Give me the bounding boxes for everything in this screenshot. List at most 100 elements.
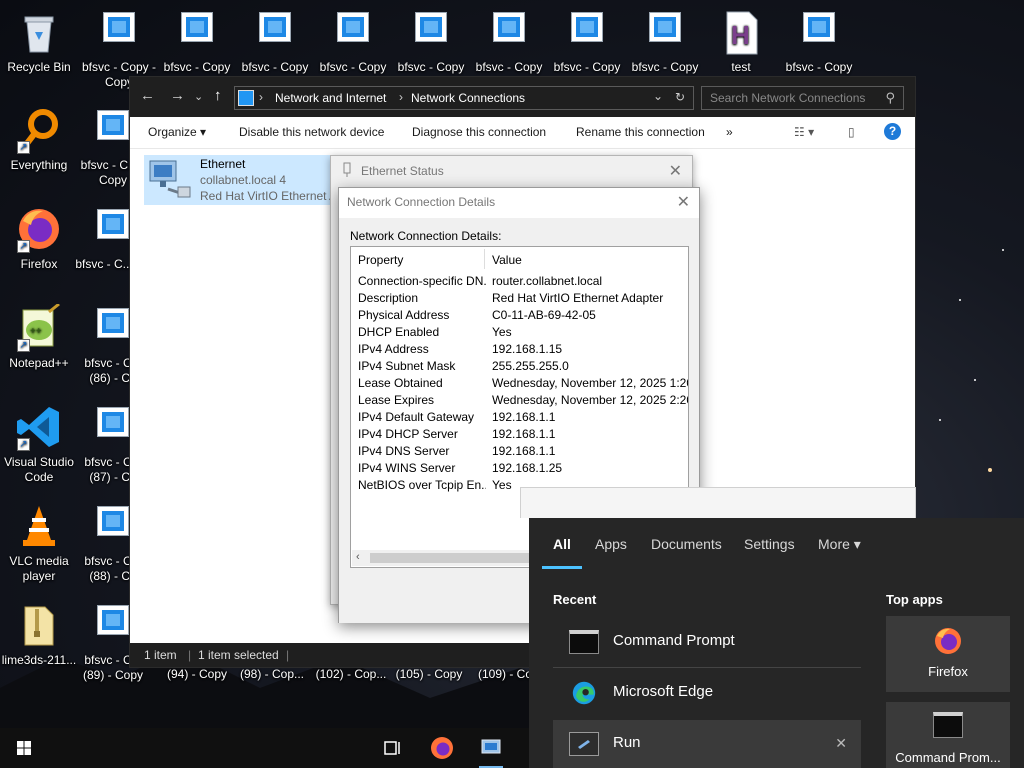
- column-header-value[interactable]: Value: [492, 253, 522, 267]
- recycle-bin-icon: [15, 8, 63, 56]
- property-cell: NetBIOS over Tcpip En...: [358, 478, 486, 492]
- value-cell: Yes: [492, 325, 512, 339]
- table-row[interactable]: IPv4 Subnet Mask 255.255.255.0: [351, 359, 688, 376]
- firefox-icon: [935, 628, 961, 654]
- back-arrow-icon[interactable]: ←: [140, 87, 155, 104]
- table-row[interactable]: IPv4 Default Gateway 192.168.1.1: [351, 410, 688, 427]
- table-row[interactable]: Lease Obtained Wednesday, November 12, 20…: [351, 376, 688, 393]
- search-placeholder: Search Network Connections: [710, 91, 866, 105]
- breadcrumb-network-connections[interactable]: Network Connections: [411, 91, 525, 105]
- desktop-icon-file[interactable]: bfsvc - Copy: [392, 8, 470, 75]
- desktop-icon-file[interactable]: (102) - Cop...: [312, 667, 390, 682]
- ethernet-connection-item[interactable]: Ethernet collabnet.local 4 Red Hat VirtI…: [144, 155, 340, 205]
- rename-button[interactable]: Rename this connection: [576, 125, 705, 139]
- table-row[interactable]: Physical Address C0-11-AB-69-42-05: [351, 308, 688, 325]
- top-app-firefox[interactable]: Firefox: [886, 616, 1010, 692]
- table-row[interactable]: DHCP Enabled Yes: [351, 325, 688, 342]
- recent-item-run[interactable]: Run ✕: [553, 720, 861, 768]
- desktop-icon-zip-folder[interactable]: lime3ds-211...: [0, 601, 78, 668]
- search-icon: ⚲: [885, 90, 895, 105]
- task-view-button[interactable]: [376, 734, 408, 762]
- tab-more[interactable]: More ▾: [818, 536, 861, 553]
- table-row[interactable]: Description Red Hat VirtIO Ethernet Adapt…: [351, 291, 688, 308]
- desktop-icon-file[interactable]: bfsvc - Copy: [548, 8, 626, 75]
- organize-button[interactable]: Organize ▾: [148, 125, 206, 139]
- change-view-icon[interactable]: ☷ ▾: [794, 125, 814, 139]
- top-app-command-prompt[interactable]: Command Prom...: [886, 702, 1010, 768]
- zip-folder-icon: [15, 601, 63, 649]
- desktop-icon-vscode[interactable]: ↗ Visual Studio Code: [0, 403, 78, 485]
- recent-item-label: Run: [613, 734, 641, 751]
- more-commands-button[interactable]: »: [726, 125, 733, 139]
- column-header-property[interactable]: Property: [358, 253, 403, 267]
- recent-item-command-prompt[interactable]: Command Prompt: [553, 618, 861, 666]
- desktop-icon-vlc[interactable]: VLC media player: [0, 502, 78, 584]
- desktop-icon-file[interactable]: bfsvc - Copy: [236, 8, 314, 75]
- tab-apps[interactable]: Apps: [595, 536, 627, 552]
- desktop-icon-file[interactable]: (105) - Copy: [390, 667, 468, 682]
- remove-icon[interactable]: ✕: [835, 735, 847, 752]
- value-cell: Red Hat VirtIO Ethernet Adapter: [492, 291, 664, 305]
- help-icon[interactable]: ?: [884, 123, 901, 140]
- address-dropdown-icon[interactable]: ⌄: [653, 89, 663, 103]
- tab-settings[interactable]: Settings: [744, 536, 795, 552]
- desktop-icon-file[interactable]: (94) - Copy: [158, 667, 236, 682]
- desktop-icon-label: bfsvc - Copy: [785, 60, 853, 74]
- breadcrumb-chevron-icon[interactable]: ›: [259, 90, 263, 104]
- preview-pane-icon[interactable]: ▯: [848, 125, 855, 139]
- column-divider[interactable]: [484, 249, 485, 269]
- value-cell: Wednesday, November 12, 2025 2:20:36: [492, 393, 688, 407]
- desktop-icon-label: bfsvc - Copy: [163, 60, 231, 74]
- vlc-icon: [15, 502, 63, 550]
- taskbar: [0, 728, 529, 768]
- desktop-icon-file[interactable]: bfsvc - Copy: [158, 8, 236, 75]
- details-label: Network Connection Details:: [350, 229, 502, 243]
- recent-locations-chevron-icon[interactable]: ⌄: [194, 90, 203, 103]
- table-row[interactable]: IPv4 DHCP Server 192.168.1.1: [351, 427, 688, 444]
- control-panel-icon: [238, 90, 254, 106]
- address-bar[interactable]: › Network and Internet › Network Connect…: [234, 86, 694, 110]
- tab-documents[interactable]: Documents: [651, 536, 722, 552]
- desktop-icon-test[interactable]: H test: [702, 8, 780, 75]
- taskbar-firefox[interactable]: [426, 734, 458, 762]
- desktop-icon-file[interactable]: bfsvc - Copy: [626, 8, 704, 75]
- table-row[interactable]: IPv4 Address 192.168.1.15: [351, 342, 688, 359]
- value-cell: router.collabnet.local: [492, 274, 603, 288]
- search-input[interactable]: Search Network Connections ⚲: [701, 86, 904, 110]
- desktop-icon-label: (102) - Cop...: [315, 667, 387, 681]
- desktop-icon-everything[interactable]: ↗ Everything: [0, 106, 78, 173]
- connection-adapter: Red Hat VirtIO Ethernet A: [200, 189, 338, 203]
- desktop-icon-file[interactable]: bfsvc - Copy: [470, 8, 548, 75]
- desktop-icon-file[interactable]: bfsvc - Copy: [780, 8, 858, 75]
- disable-device-button[interactable]: Disable this network device: [239, 125, 384, 139]
- table-row[interactable]: IPv4 DNS Server 192.168.1.1: [351, 444, 688, 461]
- status-divider: |: [188, 648, 192, 662]
- up-arrow-icon[interactable]: ↑: [214, 87, 222, 104]
- recent-item-microsoft-edge[interactable]: Microsoft Edge: [553, 669, 861, 717]
- scrollbar-thumb[interactable]: [370, 553, 530, 563]
- desktop-icon-recycle-bin[interactable]: Recycle Bin: [0, 8, 78, 75]
- breadcrumb-network-and-internet[interactable]: Network and Internet: [275, 91, 386, 105]
- desktop-icon-label: bfsvc - Copy: [241, 60, 309, 74]
- breadcrumb-chevron-icon[interactable]: ›: [399, 90, 403, 104]
- forward-arrow-icon[interactable]: →: [170, 87, 185, 104]
- address-row: ← → ⌄ ↑ › Network and Internet › Network…: [130, 77, 915, 117]
- table-row[interactable]: Connection-specific DN... router.collabne…: [351, 274, 688, 291]
- desktop-icon-firefox[interactable]: ↗ Firefox: [0, 205, 78, 272]
- desktop-icon-label: (98) - Cop...: [239, 667, 305, 681]
- taskbar-network-connections[interactable]: [475, 734, 507, 768]
- close-icon[interactable]: ✕: [669, 161, 682, 181]
- ethernet-status-icon: [343, 162, 351, 177]
- close-icon[interactable]: ✕: [677, 192, 690, 212]
- diagnose-button[interactable]: Diagnose this connection: [412, 125, 546, 139]
- start-button[interactable]: [8, 734, 40, 762]
- scroll-left-icon[interactable]: ‹: [356, 551, 360, 563]
- table-row[interactable]: IPv4 WINS Server 192.168.1.25: [351, 461, 688, 478]
- refresh-icon[interactable]: ↻: [675, 90, 685, 104]
- desktop-icon-notepad-plus-plus[interactable]: ++ ↗ Notepad++: [0, 302, 78, 371]
- table-row[interactable]: Lease Expires Wednesday, November 12, 202…: [351, 393, 688, 410]
- tab-all[interactable]: All: [553, 536, 571, 552]
- desktop-icon-file[interactable]: bfsvc - Copy: [314, 8, 392, 75]
- selected-count: 1 item selected: [198, 648, 279, 662]
- desktop-icon-file[interactable]: (98) - Cop...: [233, 667, 311, 682]
